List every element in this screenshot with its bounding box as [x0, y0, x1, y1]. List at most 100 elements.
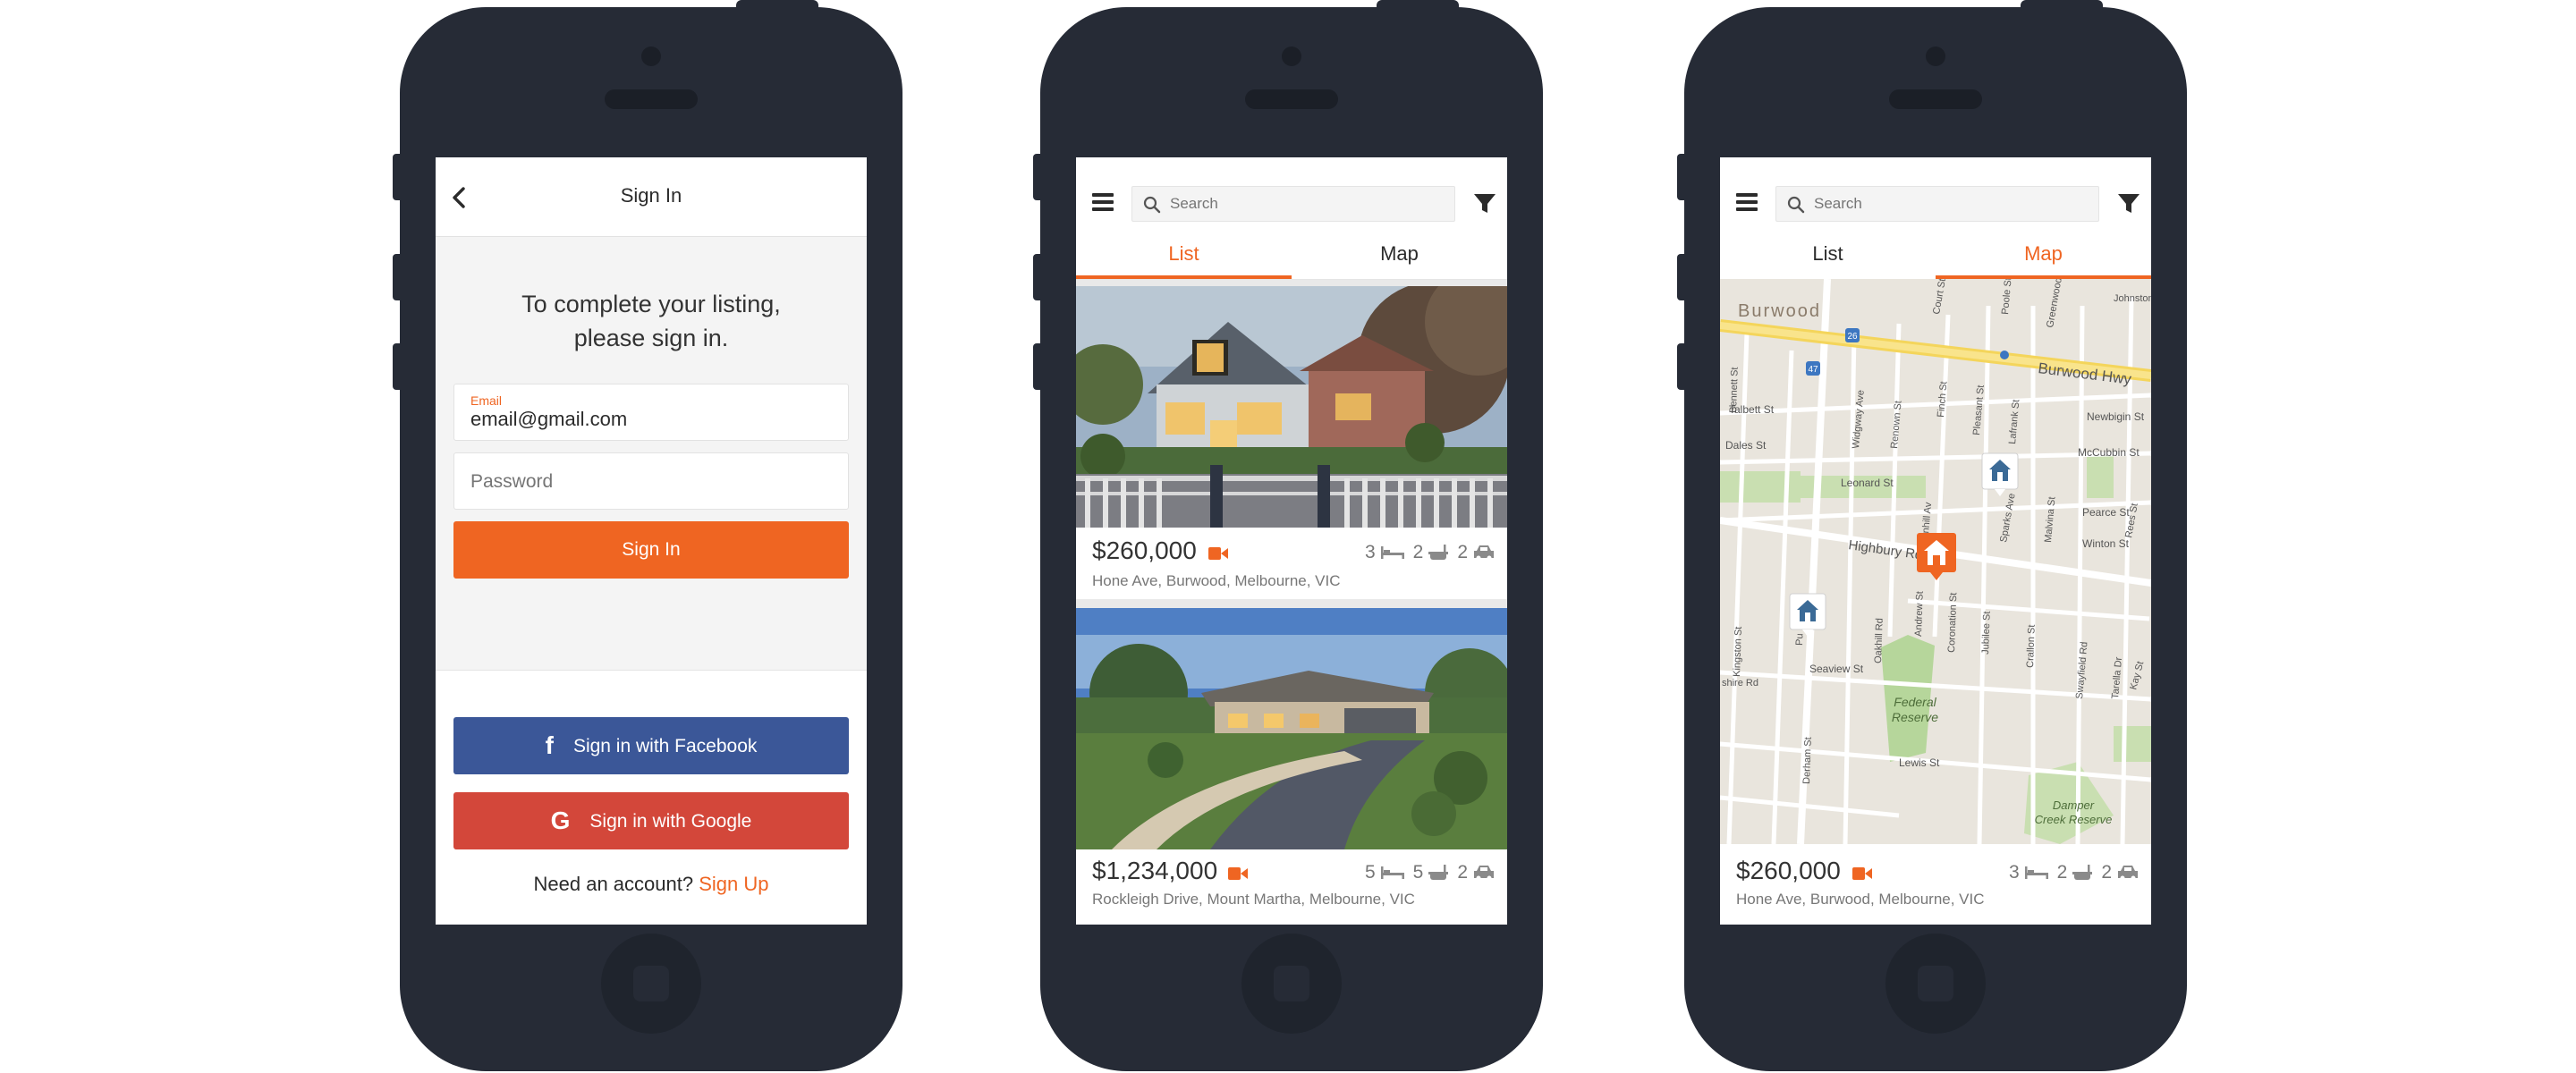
tab-list[interactable]: List — [1076, 229, 1292, 279]
mute-switch — [1677, 154, 1686, 200]
bed-icon — [2024, 866, 2048, 879]
map-street-label: Andrew St — [1913, 591, 1926, 637]
bathrooms: 2 — [1413, 542, 1449, 563]
power-button — [2021, 0, 2103, 11]
parking: 2 — [1457, 542, 1495, 563]
home-button[interactable] — [601, 934, 701, 1034]
bathrooms-count: 2 — [2056, 862, 2068, 883]
tab-map[interactable]: Map — [1936, 229, 2151, 279]
volume-down-button — [1033, 343, 1042, 390]
car-icon — [1474, 866, 1494, 881]
facebook-signin-button[interactable]: f Sign in with Facebook — [453, 717, 849, 774]
parking-count: 2 — [1457, 542, 1468, 562]
map-street-label: shire Rd — [1722, 678, 1758, 689]
parking-count: 2 — [2101, 862, 2112, 883]
volume-down-button — [1677, 343, 1686, 390]
volume-down-button — [393, 343, 402, 390]
video-tour-icon[interactable] — [1852, 867, 1872, 880]
map-view[interactable]: 26 47 Burwood Burwood Hwy Highbury Rd Fe… — [1720, 279, 2151, 844]
bedrooms: 5 — [1365, 862, 1404, 883]
map-park-label: Damper — [2053, 798, 2095, 812]
signin-message-line2: please sign in. — [573, 325, 729, 351]
search-bar[interactable] — [1131, 186, 1455, 222]
hamburger-menu-icon[interactable] — [1736, 193, 1758, 211]
phone-map: List Map — [1677, 0, 2187, 1071]
tab-map[interactable]: Map — [1292, 229, 1507, 279]
map-screen: List Map — [1720, 157, 2151, 925]
search-icon — [1143, 196, 1161, 214]
email-value[interactable]: email@gmail.com — [470, 408, 627, 431]
house-photo — [1076, 286, 1507, 528]
bathrooms: 2 — [2057, 862, 2093, 883]
bath-icon — [1428, 545, 1449, 560]
signup-link[interactable]: Sign Up — [699, 873, 768, 895]
volume-up-button — [1033, 254, 1042, 300]
signin-message: To complete your listing, please sign in… — [436, 287, 867, 355]
bedrooms-count: 5 — [1364, 862, 1376, 883]
video-tour-icon[interactable] — [1208, 547, 1228, 560]
bedrooms: 3 — [2009, 862, 2048, 883]
tab-list[interactable]: List — [1720, 229, 1936, 279]
listing-price: $1,234,000 — [1092, 857, 1218, 884]
google-icon: G — [550, 807, 571, 834]
listing-address: Hone Ave, Burwood, Melbourne, VIC — [1092, 572, 1341, 589]
map-park-label: Reserve — [1892, 710, 1938, 724]
house-photo — [1076, 608, 1507, 849]
hamburger-menu-icon[interactable] — [1092, 193, 1114, 211]
facebook-button-label: Sign in with Facebook — [572, 736, 758, 756]
home-button[interactable] — [1241, 934, 1342, 1034]
search-input[interactable] — [1170, 195, 1438, 213]
page-title: Sign In — [620, 184, 682, 207]
map-street-label: Newbigin St — [2087, 410, 2145, 423]
signin-message-line1: To complete your listing, — [521, 291, 781, 317]
video-tour-icon[interactable] — [1228, 867, 1248, 880]
filter-icon[interactable] — [2117, 193, 2140, 215]
google-button-label: Sign in with Google — [589, 811, 752, 832]
bathrooms-count: 5 — [1412, 862, 1424, 883]
search-icon — [1787, 196, 1805, 214]
map-street-label: Derham St — [1801, 737, 1814, 784]
map-street-label: Bennett St — [1728, 367, 1741, 413]
listing-address: Hone Ave, Burwood, Melbourne, VIC — [1736, 891, 1985, 908]
search-bar[interactable] — [1775, 186, 2099, 222]
bedrooms: 3 — [1365, 542, 1404, 563]
bedrooms-count: 3 — [2008, 862, 2020, 883]
view-tabs: List Map — [1720, 229, 2151, 280]
bathrooms-count: 2 — [1412, 542, 1424, 562]
password-field[interactable] — [453, 452, 849, 510]
mute-switch — [393, 154, 402, 200]
filter-icon[interactable] — [1473, 193, 1496, 215]
map-suburb-label: Burwood — [1738, 301, 1821, 321]
listing-card[interactable]: $1,234,000 Rockleigh Drive, Mount Martha… — [1076, 608, 1507, 925]
map-street-label: Pu — [1794, 633, 1805, 646]
route-label: 47 — [1808, 365, 1818, 375]
route-label: 26 — [1847, 332, 1858, 342]
bedrooms-count: 3 — [1364, 542, 1376, 562]
power-button — [736, 0, 818, 11]
password-input[interactable] — [470, 471, 828, 493]
listing-price: $260,000 — [1092, 536, 1197, 564]
map-park-label: Creek Reserve — [2035, 813, 2113, 826]
listing-features: 3 2 2 — [1365, 542, 1495, 563]
listing-price: $260,000 — [1736, 857, 1841, 884]
listing-card[interactable]: $260,000 Hone Ave, Burwood, Melbourne, V… — [1076, 286, 1507, 599]
bath-icon — [2072, 865, 2093, 880]
listing-features: 5 5 2 — [1365, 862, 1495, 883]
signin-header: Sign In — [436, 157, 867, 237]
earpiece-speaker — [605, 89, 698, 109]
map-street-label: McCubbin St — [2078, 446, 2140, 459]
google-signin-button[interactable]: G Sign in with Google — [453, 792, 849, 849]
selected-listing-card[interactable]: $260,000 Hone Ave, Burwood, Melbourne, V… — [1720, 844, 2151, 925]
transit-stop-icon — [2000, 351, 2009, 359]
search-input[interactable] — [1814, 195, 2082, 213]
listing-features: 3 2 2 — [2009, 862, 2139, 883]
map-street-label: Lewis St — [1899, 756, 1940, 769]
home-button[interactable] — [1885, 934, 1986, 1034]
volume-up-button — [393, 254, 402, 300]
bathrooms: 5 — [1413, 862, 1449, 883]
email-field[interactable]: Email email@gmail.com — [453, 384, 849, 441]
bed-icon — [1380, 546, 1404, 559]
front-camera — [1926, 46, 1945, 66]
sign-in-button[interactable]: Sign In — [453, 521, 849, 579]
signin-screen: Sign In To complete your listing, please… — [436, 157, 867, 925]
